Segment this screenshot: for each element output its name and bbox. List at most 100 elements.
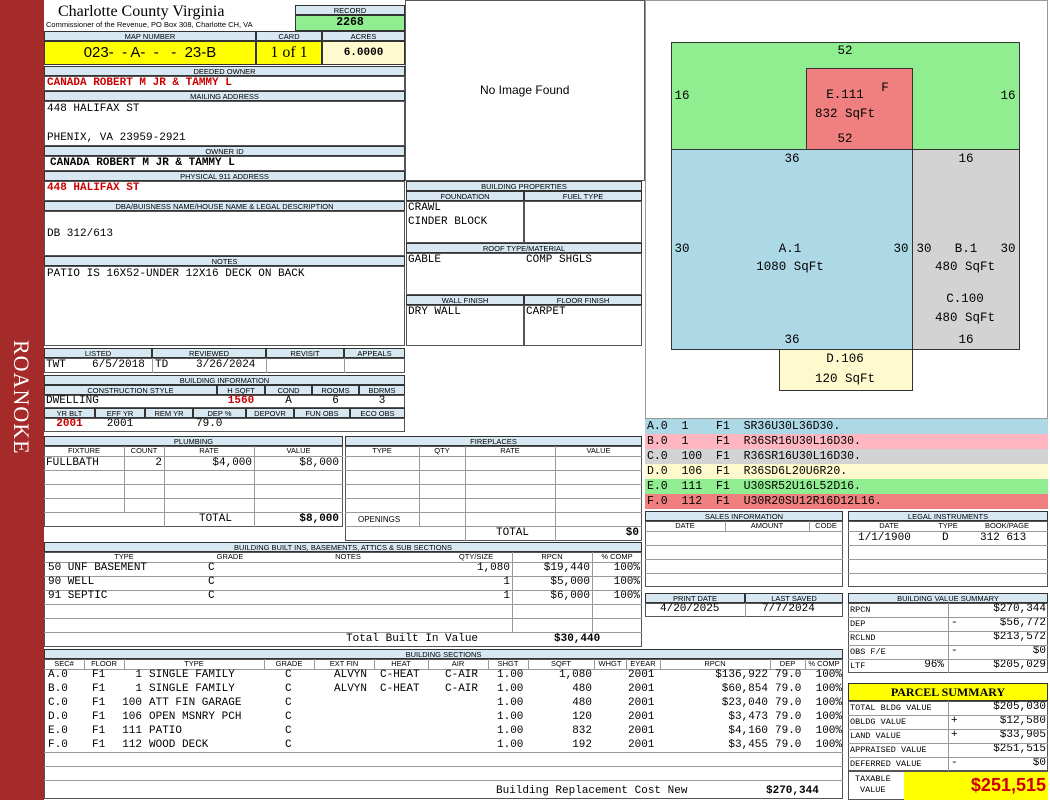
fp-rate-header: RATE [500, 446, 520, 455]
vs-col-divider [948, 659, 949, 673]
count-value: 2 [155, 457, 162, 469]
section-sqft: 480 [572, 697, 592, 709]
print-date-header: PRINT DATE [645, 593, 745, 603]
section-type: PATIO [149, 725, 183, 737]
section-rpcn: $23,040 [721, 697, 768, 709]
yrblt-header: YR BLT [44, 408, 95, 418]
dba-text: DB 312/613 [47, 228, 114, 240]
section-eyear: 2001 [628, 739, 655, 751]
sk-dim: 30 [893, 242, 909, 256]
sk-dim: 52 [837, 44, 853, 58]
bi-type-header: TYPE [114, 552, 134, 561]
ps-col-divider [948, 743, 949, 757]
appeals-header: APPEALS [344, 348, 405, 358]
vs-label: RCLND [850, 633, 876, 643]
sk-area: 480 SqFt [934, 260, 995, 274]
effyr-header: EFF YR [95, 408, 145, 418]
section-dep: 79.0 [775, 697, 802, 709]
ps-col-divider [948, 729, 949, 743]
legend-row: E.0 111 F1 U30SR52U16L52D16. [645, 479, 1048, 494]
vs-label: LTF [850, 661, 866, 671]
section-dep: 79.0 [775, 669, 802, 681]
vs-pct: 96% [924, 659, 944, 671]
section-type: SINGLE FAMILY [149, 683, 235, 695]
section-sec: C.0 [48, 697, 68, 709]
sk-area: 832 SqFt [814, 107, 875, 121]
ps-col-divider [948, 715, 949, 729]
bdrms-value: 3 [378, 395, 386, 407]
bi-notes-header: NOTES [335, 552, 361, 561]
dba-header: DBA/BUISNESS NAME/HOUSE NAME & LEGAL DES… [44, 201, 405, 211]
sk-dim: 36 [784, 333, 800, 347]
last-saved: 7/7/2024 [762, 603, 815, 615]
fuel-box [524, 201, 642, 243]
owner-id: CANADA ROBERT M JR & TAMMY L [50, 157, 235, 169]
vs-col-divider [948, 631, 949, 645]
fp-openings: OPENINGS [358, 515, 401, 524]
bi-qty-header: QTY/SIZE [458, 552, 494, 561]
builtin-qty: 1 [503, 590, 510, 602]
sk-dim: 36 [784, 152, 800, 166]
section-rpcn: $136,922 [715, 669, 768, 681]
sk-label: C.100 [946, 292, 984, 306]
taxable-value: $251,515 [904, 772, 1048, 800]
revisit-header: REVISIT [266, 348, 344, 358]
eyear-col-header: EYEAR [630, 659, 656, 668]
building-info-header: BUILDING INFORMATION [44, 375, 405, 385]
section-grade: C [285, 725, 292, 737]
builtin-grade: C [208, 576, 215, 588]
count-header: COUNT [130, 446, 158, 455]
shgt-col-header: SHGT [497, 659, 519, 668]
print-date: 4/20/2025 [660, 603, 720, 615]
yrblt-value: 2001 [56, 418, 83, 430]
office-address: Commissioner of the Revenue, PO Box 308,… [46, 20, 253, 29]
section-rpcn: $3,473 [728, 711, 768, 723]
section-sec: E.0 [48, 725, 68, 737]
section-sec: B.0 [48, 683, 68, 695]
sidebar-label: ROANOKE [9, 340, 34, 455]
mailing-header: MAILING ADDRESS [44, 91, 405, 101]
deeded-header: DEEDED OWNER [44, 66, 405, 76]
sk-label: D.106 [826, 352, 864, 366]
cond-header: COND [265, 385, 312, 395]
builtin-comp: 100% [613, 562, 640, 574]
section-eyear: 2001 [628, 683, 655, 695]
section-code: 112 [122, 739, 142, 751]
record-number: 2268 [295, 15, 405, 31]
sk-dim: 30 [674, 242, 690, 256]
vs-value: $56,772 [999, 617, 1046, 629]
floor-finish: CARPET [526, 306, 566, 318]
sales-date-header: DATE [675, 521, 695, 530]
section-grade: C [285, 683, 292, 695]
section-shgt: 1.00 [497, 697, 524, 709]
section-code: 111 [122, 725, 142, 737]
section-eyear: 2001 [628, 725, 655, 737]
construction-style: DWELLING [46, 395, 99, 407]
section-comp: 100% [815, 739, 842, 751]
builtin-comp: 100% [613, 590, 640, 602]
ps-label: OBLDG VALUE [850, 717, 907, 727]
sales-code-header: CODE [815, 521, 837, 530]
sk-dim: 16 [674, 89, 690, 103]
section-rpcn: $3,455 [728, 739, 768, 751]
section-shgt: 1.00 [497, 669, 524, 681]
builtin-type: 50 UNF BASEMENT [48, 562, 148, 574]
dep-header: DEP % [193, 408, 246, 418]
ps-value: $0 [1032, 757, 1046, 769]
section-floor: F1 [92, 697, 106, 709]
physical-address: 448 HALIFAX ST [47, 182, 140, 194]
acres-header: ACRES [322, 31, 405, 41]
reviewed-date: 3/26/2024 [196, 359, 256, 371]
sk-label: B.1 [954, 242, 978, 256]
sales-header: SALES INFORMATION [645, 511, 843, 521]
builtin-total-label: Total Built In Value [346, 633, 479, 645]
sk-area: 480 SqFt [934, 311, 995, 325]
taxable-label-2: VALUE [860, 785, 886, 795]
ps-col-divider [948, 701, 949, 715]
foundation-header: FOUNDATION [406, 191, 524, 201]
notes-text: PATIO IS 16X52-UNDER 12X16 DECK ON BACK [47, 268, 305, 280]
builtin-type: 90 WELL [48, 576, 95, 588]
bi-grade-header: GRADE [216, 552, 244, 561]
legend-row: D.0 106 F1 R36SD6L20U6R20. [645, 464, 1048, 479]
sk-label: E.111 [826, 88, 864, 102]
